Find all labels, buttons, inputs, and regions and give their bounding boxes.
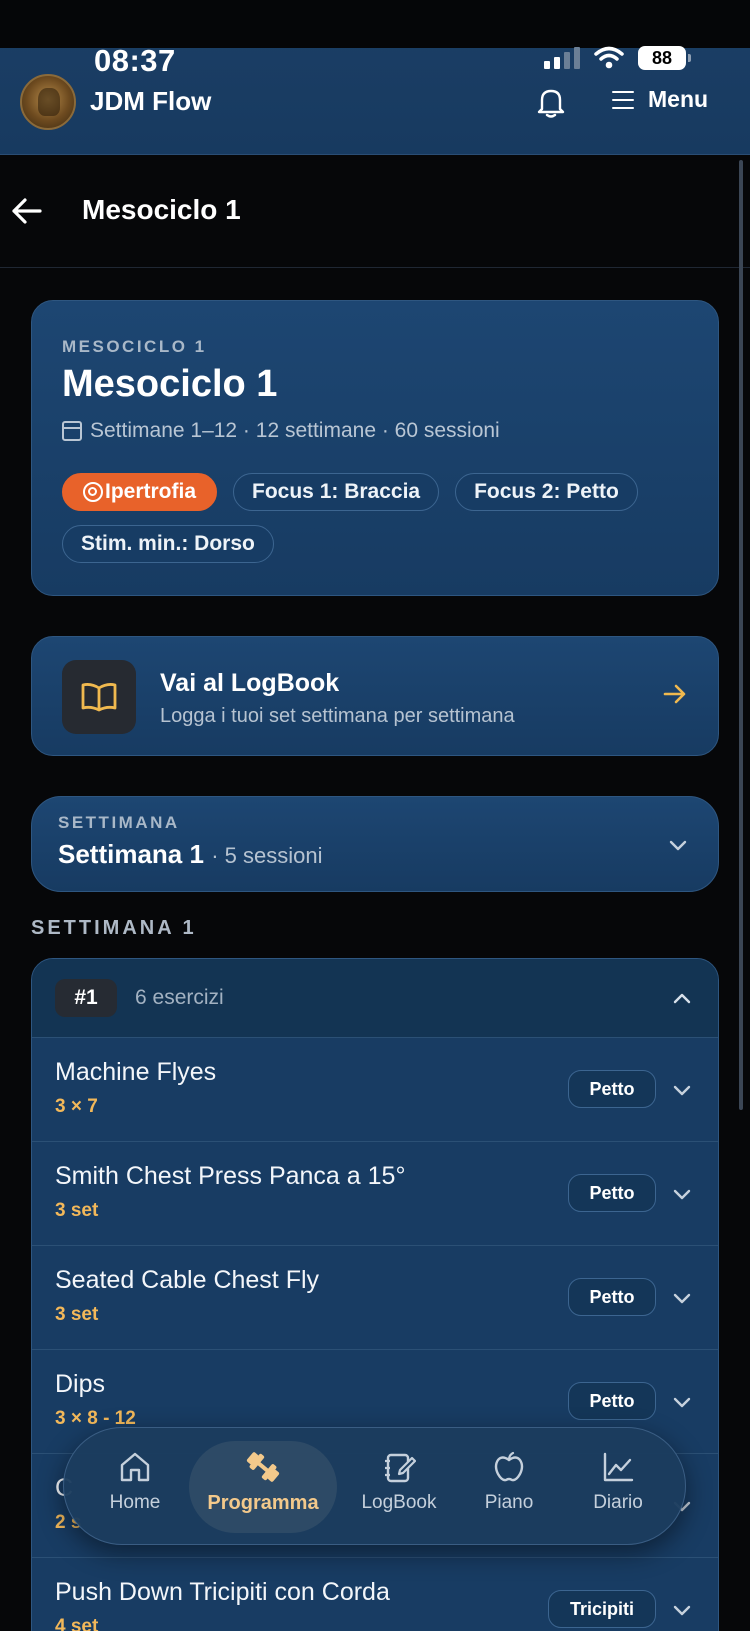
nav-logbook-label: LogBook [361, 1492, 437, 1513]
muscle-tag: Petto [568, 1070, 656, 1108]
logbook-subtitle: Logga i tuoi set settimana per settimana [160, 705, 515, 727]
notebook-edit-icon [385, 1453, 416, 1483]
dumbbell-icon [246, 1452, 280, 1482]
week-selector-week: Settimana 1 [58, 839, 204, 869]
logbook-title: Vai al LogBook [160, 669, 340, 697]
muscle-tag: Tricipiti [548, 1590, 656, 1628]
exercise-row[interactable]: Smith Chest Press Panca a 15° 3 set Pett… [32, 1142, 718, 1246]
focus-chip: Focus 1: Braccia [233, 473, 440, 511]
mesocycle-meta-text: Settimane 1–12 · 12 settimane · 60 sessi… [90, 419, 500, 442]
battery-icon: 88 [638, 46, 691, 70]
apple-icon [494, 1451, 524, 1482]
mesocycle-overline: MESOCICLO 1 [62, 337, 207, 356]
menu-button[interactable]: Menu [612, 86, 708, 113]
week-selector-overline: SETTIMANA [58, 813, 180, 832]
chevron-up-icon[interactable] [672, 989, 692, 1009]
logbook-link-card[interactable]: Vai al LogBook Logga i tuoi set settiman… [31, 636, 719, 756]
app-logo[interactable] [20, 74, 76, 130]
section-label: SETTIMANA 1 [31, 917, 197, 939]
mesocycle-chips: Ipertrofia Focus 1: Braccia Focus 2: Pet… [62, 473, 702, 563]
exercise-sets: 3 × 7 [55, 1096, 98, 1117]
exercise-name: Seated Cable Chest Fly [55, 1266, 320, 1294]
chevron-down-icon[interactable] [672, 1080, 692, 1100]
hamburger-icon [612, 90, 634, 109]
nav-diario[interactable]: Diario [563, 1450, 673, 1514]
page-header: Mesociclo 1 [0, 156, 750, 268]
nav-diario-label: Diario [593, 1492, 643, 1513]
app-header: 08:37 88 JDM Flow Menu [0, 0, 750, 155]
exercise-sets: 3 set [55, 1200, 99, 1221]
muscle-tag: Petto [568, 1174, 656, 1212]
exercise-name: Push Down Tricipiti con Corda [55, 1578, 390, 1606]
cellular-signal-icon [544, 47, 580, 69]
mesocycle-meta: Settimane 1–12 · 12 settimane · 60 sessi… [62, 419, 500, 443]
nav-programma-label: Programma [207, 1492, 319, 1514]
status-time: 08:37 [94, 43, 176, 78]
muscle-tag: Petto [568, 1278, 656, 1316]
session-header[interactable]: #1 6 esercizi [32, 959, 718, 1038]
session-number-badge: #1 [55, 979, 117, 1017]
mesocycle-card: MESOCICLO 1 Mesociclo 1 Settimane 1–12 ·… [31, 300, 719, 596]
menu-label: Menu [648, 86, 709, 112]
exercise-name: Machine Flyes [55, 1058, 217, 1086]
nav-home-label: Home [109, 1492, 161, 1513]
book-icon [62, 660, 136, 734]
exercise-sets: 3 set [55, 1304, 99, 1325]
exercise-row[interactable]: Machine Flyes 3 × 7 Petto [32, 1038, 718, 1142]
exercise-name: Dips [55, 1370, 106, 1398]
min-stim-chip: Stim. min.: Dorso [62, 525, 274, 563]
exercise-name: Smith Chest Press Panca a 15° [55, 1162, 406, 1190]
status-icons: 88 [544, 46, 691, 70]
status-bar [0, 0, 750, 48]
week-selector-detail: · 5 sessioni [211, 843, 323, 868]
bell-icon[interactable] [536, 86, 566, 118]
home-icon [120, 1452, 150, 1482]
goal-chip: Ipertrofia [62, 473, 218, 511]
mesocycle-title: Mesociclo 1 [62, 363, 278, 405]
exercise-row[interactable]: Seated Cable Chest Fly 3 set Petto [32, 1246, 718, 1350]
arrow-right-icon [663, 684, 686, 704]
wifi-icon [594, 46, 624, 69]
calendar-icon [62, 421, 82, 441]
exercise-sets: 4 set [55, 1616, 99, 1631]
nav-logbook[interactable]: LogBook [344, 1450, 454, 1514]
muscle-tag: Petto [568, 1382, 656, 1420]
exercise-count: 6 esercizi [135, 986, 224, 1009]
exercise-row[interactable]: Push Down Tricipiti con Corda 4 set Tric… [32, 1558, 718, 1631]
week-selector[interactable]: SETTIMANA Settimana 1 · 5 sessioni [31, 796, 719, 892]
chevron-down-icon[interactable] [672, 1392, 692, 1412]
nav-programma[interactable]: Programma [207, 1450, 319, 1515]
nav-piano[interactable]: Piano [454, 1450, 564, 1514]
scrollbar[interactable] [739, 160, 743, 1110]
target-icon [83, 482, 103, 502]
bottom-nav: Home Programma LogBook Piano Diario [63, 1427, 686, 1545]
focus-chip: Focus 2: Petto [455, 473, 638, 511]
app-title: JDM Flow [90, 86, 212, 116]
back-arrow-icon[interactable] [10, 196, 44, 226]
nav-home[interactable]: Home [80, 1450, 190, 1514]
nav-piano-label: Piano [484, 1492, 534, 1513]
chevron-down-icon[interactable] [672, 1600, 692, 1620]
chevron-down-icon[interactable] [672, 1288, 692, 1308]
goal-chip-label: Ipertrofia [105, 480, 197, 503]
week-selector-value: Settimana 1 · 5 sessioni [58, 839, 322, 870]
chevron-down-icon [669, 840, 687, 851]
page-title: Mesociclo 1 [82, 194, 241, 225]
line-chart-icon [603, 1452, 634, 1482]
chevron-down-icon[interactable] [672, 1184, 692, 1204]
